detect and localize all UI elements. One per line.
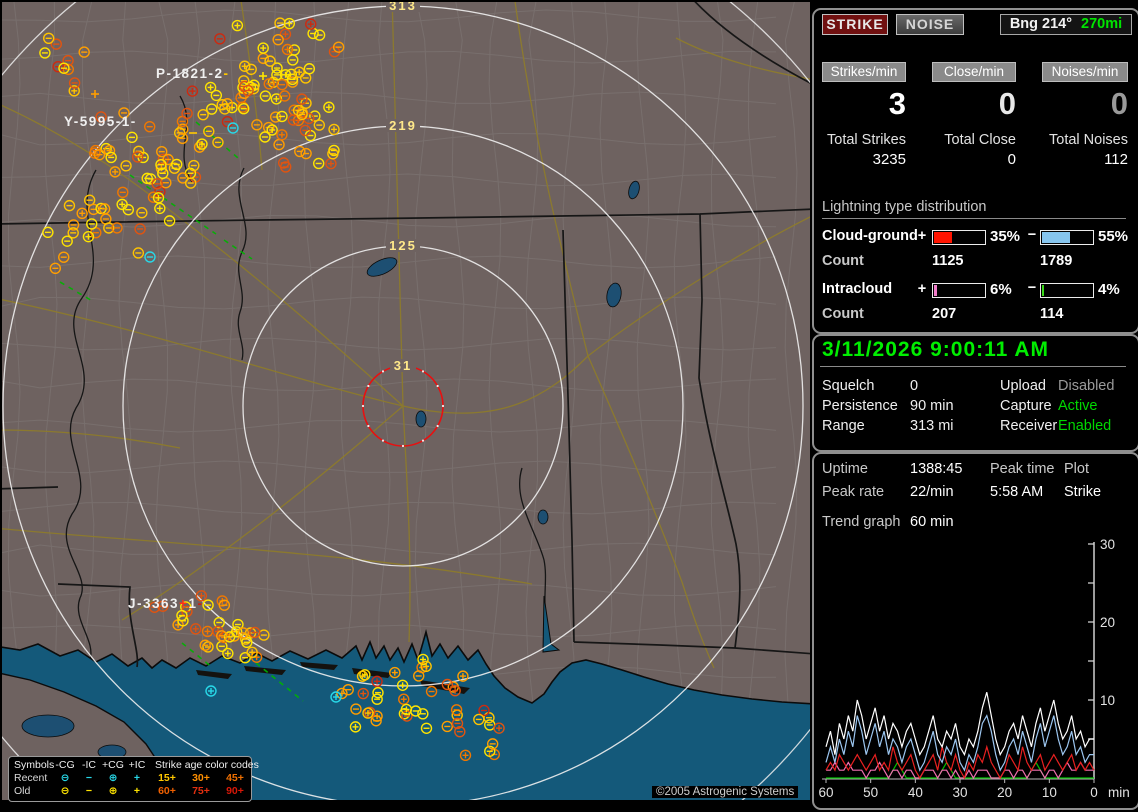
close-per-min-chip[interactable]: Close/min bbox=[932, 62, 1016, 82]
ic-minus-bar bbox=[1040, 283, 1094, 298]
bearing-range-value: 270mi bbox=[1081, 16, 1123, 32]
count-label: Count bbox=[822, 253, 864, 269]
distribution-divider bbox=[822, 218, 1126, 219]
bearing-label: Bng 214° bbox=[1009, 16, 1073, 32]
total-close-value: 0 bbox=[1007, 151, 1016, 168]
strike-toggle-button[interactable]: STRIKE bbox=[822, 14, 888, 35]
svg-text:10: 10 bbox=[1042, 785, 1057, 800]
svg-text:50: 50 bbox=[863, 785, 878, 800]
upload-label: Upload bbox=[1000, 378, 1046, 394]
lake bbox=[537, 509, 549, 525]
svg-text:31: 31 bbox=[394, 358, 412, 373]
noises-per-min-chip[interactable]: Noises/min bbox=[1042, 62, 1128, 82]
svg-text:0: 0 bbox=[1090, 785, 1098, 800]
strikes-per-min-chip[interactable]: Strikes/min bbox=[822, 62, 906, 82]
svg-text:125: 125 bbox=[389, 238, 417, 253]
plot-mode-value: Strike bbox=[1064, 484, 1102, 500]
peak-rate-value: 22/min bbox=[910, 484, 954, 500]
svg-text:313: 313 bbox=[389, 2, 417, 13]
status-panel: 3/11/2026 9:00:11 AM Squelch 0 Upload Di… bbox=[812, 334, 1138, 452]
cg-minus-percent: 55% bbox=[1098, 228, 1129, 245]
counters-panel: STRIKE NOISE Bng 214° 270mi Strikes/min … bbox=[812, 8, 1138, 334]
range-value: 313 mi bbox=[910, 418, 954, 434]
total-noises-value: 112 bbox=[1104, 151, 1128, 168]
trend-panel: Uptime 1388:45 Peak time Plot Peak rate … bbox=[812, 452, 1138, 810]
uptime-label: Uptime bbox=[822, 461, 868, 477]
legend-text: +IC bbox=[128, 759, 146, 771]
noises-per-min-value: 0 bbox=[1110, 86, 1128, 121]
noise-toggle-button[interactable]: NOISE bbox=[896, 14, 964, 35]
trend-graph-window: 60 min bbox=[910, 514, 954, 530]
minus-sign: − bbox=[1027, 280, 1037, 296]
total-noises-label: Total Noises bbox=[1049, 132, 1128, 148]
svg-text:219: 219 bbox=[389, 118, 417, 133]
cloud-ground-label: Cloud-ground bbox=[822, 228, 918, 244]
strikes-per-min-value: 3 bbox=[888, 86, 906, 121]
upload-status: Disabled bbox=[1058, 378, 1115, 394]
trend-graph-label: Trend graph bbox=[822, 514, 901, 530]
total-close-label: Total Close bbox=[944, 132, 1016, 148]
svg-text:J-3363+1-: J-3363+1- bbox=[128, 596, 203, 611]
lake bbox=[21, 714, 75, 738]
svg-text:10: 10 bbox=[1100, 693, 1115, 708]
persistence-value: 90 min bbox=[910, 398, 954, 414]
count-label: Count bbox=[822, 306, 864, 322]
peak-time-label: Peak time bbox=[990, 461, 1055, 477]
persistence-label: Persistence bbox=[822, 398, 898, 414]
map-viewport: 313 219 125 31 P-1821-2- Y-5995-1- J-3363+1- bbox=[2, 2, 810, 800]
ic-plus-bar bbox=[932, 283, 986, 298]
minus-sign: − bbox=[1027, 227, 1037, 243]
trend-series-Total strike rate bbox=[825, 692, 1094, 757]
cg-plus-bar bbox=[932, 230, 986, 245]
lake bbox=[415, 410, 427, 428]
legend-text: Recent bbox=[14, 772, 48, 784]
capture-label: Capture bbox=[1000, 398, 1052, 414]
trend-series--CG rate bbox=[825, 714, 1094, 772]
peak-time-value: 5:58 AM bbox=[990, 484, 1044, 500]
svg-text:20: 20 bbox=[1100, 615, 1115, 630]
legend-text: Strike age color codes bbox=[155, 759, 259, 771]
peak-rate-label: Peak rate bbox=[822, 484, 885, 500]
map-canvas[interactable]: 313 219 125 31 P-1821-2- Y-5995-1- J-3363+1- bbox=[2, 2, 810, 800]
svg-text:min: min bbox=[1108, 785, 1130, 800]
map-legend: Symbols -CG -IC +CG +IC Strike age color code… bbox=[8, 756, 259, 802]
legend-text: 90+ bbox=[226, 785, 244, 797]
squelch-value: 0 bbox=[910, 378, 919, 394]
ic-minus-count: 114 bbox=[1040, 306, 1064, 322]
plus-sign: + bbox=[917, 228, 927, 244]
capture-status: Active bbox=[1058, 398, 1098, 414]
receiver-status: Enabled bbox=[1058, 418, 1112, 434]
close-per-min-value: 0 bbox=[998, 86, 1016, 121]
total-strikes-value: 3235 bbox=[872, 151, 906, 168]
ic-plus-count: 207 bbox=[932, 306, 957, 322]
plus-sign: + bbox=[917, 281, 927, 297]
svg-text:60: 60 bbox=[818, 785, 833, 800]
svg-text:P-1821-2-: P-1821-2- bbox=[156, 66, 230, 81]
datetime-divider bbox=[820, 366, 1126, 367]
ic-minus-percent: 4% bbox=[1098, 281, 1120, 298]
distribution-title: Lightning type distribution bbox=[822, 199, 987, 215]
legend-text: Old bbox=[14, 785, 31, 797]
cg-plus-count: 1125 bbox=[932, 253, 964, 269]
total-strikes-label: Total Strikes bbox=[827, 132, 906, 148]
svg-text:30: 30 bbox=[1100, 538, 1115, 552]
svg-text:30: 30 bbox=[952, 785, 967, 800]
trend-graph: 10 20 30 60 50 40 30 20 10 0 min bbox=[818, 538, 1130, 800]
squelch-label: Squelch bbox=[822, 378, 875, 394]
cg-minus-bar bbox=[1040, 230, 1094, 245]
svg-text:20: 20 bbox=[997, 785, 1012, 800]
svg-text:Y-5995-1-: Y-5995-1- bbox=[64, 114, 137, 129]
copyright-text: ©2005 Astrogenic Systems bbox=[652, 786, 799, 798]
app-window: { "header": { "strike_btn": "STRIKE", "n… bbox=[0, 0, 1138, 812]
range-label: Range bbox=[822, 418, 865, 434]
receiver-label: Receiver bbox=[1000, 418, 1058, 434]
plot-label: Plot bbox=[1064, 461, 1089, 477]
legend-text: 45+ bbox=[226, 772, 244, 784]
svg-text:40: 40 bbox=[908, 785, 923, 800]
bearing-readout: Bng 214° 270mi bbox=[1000, 14, 1132, 35]
datetime-display: 3/11/2026 9:00:11 AM bbox=[822, 338, 1050, 361]
cg-minus-count: 1789 bbox=[1040, 253, 1073, 269]
uptime-value: 1388:45 bbox=[910, 461, 963, 477]
intracloud-label: Intracloud bbox=[822, 281, 893, 297]
